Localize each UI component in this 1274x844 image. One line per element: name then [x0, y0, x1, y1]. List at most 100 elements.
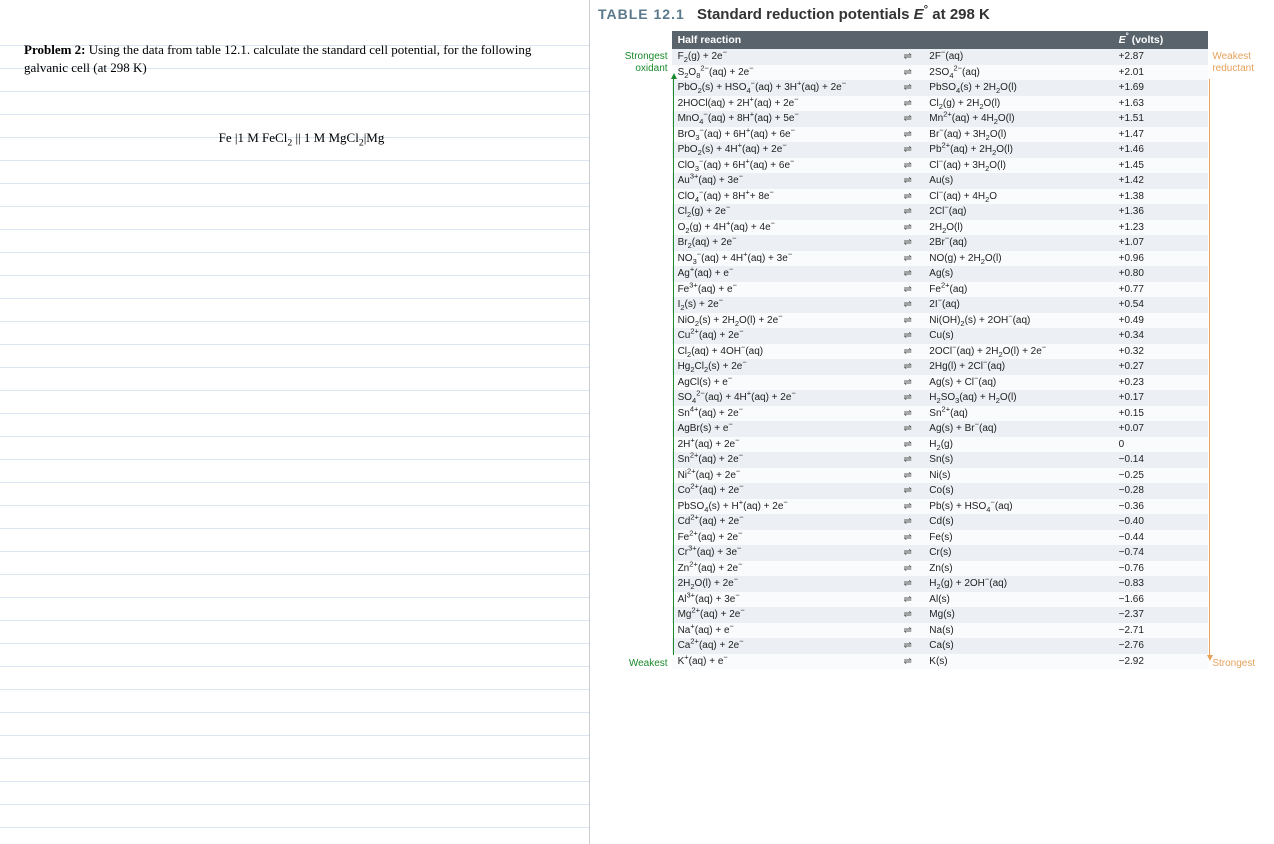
equilibrium-arrow-icon: ⇌	[892, 638, 923, 654]
half-reaction-right: Cl−(aq) + 3H2O(l)	[923, 158, 1112, 174]
half-reaction-right: 2H2O(l)	[923, 220, 1112, 236]
half-reaction-right: 2Cl−(aq)	[923, 204, 1112, 220]
problem-body: Using the data from table 12.1. calculat…	[24, 42, 531, 75]
table-panel: TABLE 12.1 Standard reduction potentials…	[590, 0, 1274, 844]
half-reaction-right: NO(g) + 2H2O(l)	[923, 251, 1112, 267]
table-row: AgCl(s) + e−⇌Ag(s) + Cl−(aq)+0.23	[672, 375, 1209, 391]
potential-value: +0.54	[1113, 297, 1209, 313]
half-reaction-left: 2HOCl(aq) + 2H+(aq) + 2e−	[672, 96, 893, 112]
table-row: Hg2Cl2(s) + 2e−⇌2Hg(l) + 2Cl−(aq)+0.27	[672, 359, 1209, 375]
equilibrium-arrow-icon: ⇌	[892, 266, 923, 282]
potential-value: +0.32	[1113, 344, 1209, 360]
potential-value: +1.63	[1113, 96, 1209, 112]
half-reaction-right: Mg(s)	[923, 607, 1112, 623]
half-reaction-left: Ca2+(aq) + 2e−	[672, 638, 893, 654]
equilibrium-arrow-icon: ⇌	[892, 96, 923, 112]
equilibrium-arrow-icon: ⇌	[892, 514, 923, 530]
table-row: Co2+(aq) + 2e−⇌Co(s)−0.28	[672, 483, 1209, 499]
potential-value: −0.25	[1113, 468, 1209, 484]
equilibrium-arrow-icon: ⇌	[892, 359, 923, 375]
potential-value: −0.28	[1113, 483, 1209, 499]
half-reaction-left: Au3+(aq) + 3e−	[672, 173, 893, 189]
half-reaction-right: Cl−(aq) + 4H2O	[923, 189, 1112, 205]
table-row: Fe3+(aq) + e−⇌Fe2+(aq)+0.77	[672, 282, 1209, 298]
half-reaction-left: Fe3+(aq) + e−	[672, 282, 893, 298]
equilibrium-arrow-icon: ⇌	[892, 452, 923, 468]
table-row: ClO4−(aq) + 8H++ 8e−⇌Cl−(aq) + 4H2O+1.38	[672, 189, 1209, 205]
page: Problem 2: Using the data from table 12.…	[0, 0, 1274, 844]
equilibrium-arrow-icon: ⇌	[892, 158, 923, 174]
half-reaction-left: O2(g) + 4H+(aq) + 4e−	[672, 220, 893, 236]
half-reaction-left: Hg2Cl2(s) + 2e−	[672, 359, 893, 375]
half-reaction-right: 2SO42−(aq)	[923, 65, 1112, 81]
table-row: AgBr(s) + e−⇌Ag(s) + Br−(aq)+0.07	[672, 421, 1209, 437]
reductant-guide: Weakest reductant Strongest	[1208, 31, 1266, 669]
problem-label: Problem 2:	[24, 42, 86, 57]
table-caption: Standard reduction potentials E° at 298 …	[697, 6, 990, 23]
equilibrium-arrow-icon: ⇌	[892, 49, 923, 65]
half-reaction-right: Cl2(g) + 2H2O(l)	[923, 96, 1112, 112]
half-reaction-right: Cu(s)	[923, 328, 1112, 344]
half-reaction-right: 2I−(aq)	[923, 297, 1112, 313]
potential-value: −0.83	[1113, 576, 1209, 592]
table-row: Cr3+(aq) + 3e−⇌Cr(s)−0.74	[672, 545, 1209, 561]
equilibrium-arrow-icon: ⇌	[892, 390, 923, 406]
header-e-volts: E° (volts)	[1113, 31, 1209, 49]
equilibrium-arrow-icon: ⇌	[892, 220, 923, 236]
half-reaction-left: K+(aq) + e−	[672, 654, 893, 670]
potential-value: −2.92	[1113, 654, 1209, 670]
table-row: PbO2(s) + HSO4−(aq) + 3H+(aq) + 2e−⇌PbSO…	[672, 80, 1209, 96]
table-row: Ca2+(aq) + 2e−⇌Ca(s)−2.76	[672, 638, 1209, 654]
table-row: Ni2+(aq) + 2e−⇌Ni(s)−0.25	[672, 468, 1209, 484]
table-row: 2H2O(l) + 2e−⇌H2(g) + 2OH−(aq)−0.83	[672, 576, 1209, 592]
half-reaction-right: H2SO3(aq) + H2O(l)	[923, 390, 1112, 406]
table-row: 2H+(aq) + 2e−⇌H2(g)0	[672, 437, 1209, 453]
half-reaction-right: K(s)	[923, 654, 1112, 670]
weakest-reductant-label: Weakest reductant	[1212, 51, 1266, 75]
potential-value: +1.45	[1113, 158, 1209, 174]
problem-text: Problem 2: Using the data from table 12.…	[24, 41, 564, 76]
half-reaction-left: Ag+(aq) + e−	[672, 266, 893, 282]
half-reaction-left: Sn4+(aq) + 2e−	[672, 406, 893, 422]
potential-value: +2.87	[1113, 49, 1209, 65]
half-reaction-right: Ni(OH)2(s) + 2OH−(aq)	[923, 313, 1112, 329]
half-reaction-right: Na(s)	[923, 623, 1112, 639]
table-row: I2(s) + 2e−⇌2I−(aq)+0.54	[672, 297, 1209, 313]
potential-value: +2.01	[1113, 65, 1209, 81]
half-reaction-right: Cd(s)	[923, 514, 1112, 530]
half-reaction-left: Na+(aq) + e−	[672, 623, 893, 639]
potential-value: +0.96	[1113, 251, 1209, 267]
half-reaction-left: Cl2(g) + 2e−	[672, 204, 893, 220]
table-row: O2(g) + 4H+(aq) + 4e−⇌2H2O(l)+1.23	[672, 220, 1209, 236]
equilibrium-arrow-icon: ⇌	[892, 468, 923, 484]
table-row: F2(g) + 2e−⇌2F−(aq)+2.87	[672, 49, 1209, 65]
half-reaction-left: ClO4−(aq) + 8H++ 8e−	[672, 189, 893, 205]
table-row: Cd2+(aq) + 2e−⇌Cd(s)−0.40	[672, 514, 1209, 530]
equilibrium-arrow-icon: ⇌	[892, 173, 923, 189]
half-reaction-left: F2(g) + 2e−	[672, 49, 893, 65]
table-row: PbO2(s) + 4H+(aq) + 2e−⇌Pb2+(aq) + 2H2O(…	[672, 142, 1209, 158]
half-reaction-right: Mn2+(aq) + 4H2O(l)	[923, 111, 1112, 127]
potential-value: −0.14	[1113, 452, 1209, 468]
paper-top-margin	[0, 0, 589, 32]
half-reaction-left: MnO4−(aq) + 8H+(aq) + 5e−	[672, 111, 893, 127]
table-row: Na+(aq) + e−⇌Na(s)−2.71	[672, 623, 1209, 639]
potential-value: +0.27	[1113, 359, 1209, 375]
equilibrium-arrow-icon: ⇌	[892, 375, 923, 391]
equilibrium-arrow-icon: ⇌	[892, 127, 923, 143]
half-reaction-left: PbO2(s) + HSO4−(aq) + 3H+(aq) + 2e−	[672, 80, 893, 96]
half-reaction-left: Cl2(aq) + 4OH−(aq)	[672, 344, 893, 360]
half-reaction-left: SO42−(aq) + 4H+(aq) + 2e−	[672, 390, 893, 406]
equilibrium-arrow-icon: ⇌	[892, 623, 923, 639]
potential-value: +0.17	[1113, 390, 1209, 406]
table-row: SO42−(aq) + 4H+(aq) + 2e−⇌H2SO3(aq) + H2…	[672, 390, 1209, 406]
half-reaction-right: H2(g)	[923, 437, 1112, 453]
potential-value: +1.46	[1113, 142, 1209, 158]
equilibrium-arrow-icon: ⇌	[892, 142, 923, 158]
potential-value: +0.49	[1113, 313, 1209, 329]
half-reaction-right: 2F−(aq)	[923, 49, 1112, 65]
half-reaction-left: 2H2O(l) + 2e−	[672, 576, 893, 592]
equilibrium-arrow-icon: ⇌	[892, 576, 923, 592]
potential-value: +0.07	[1113, 421, 1209, 437]
potential-value: −1.66	[1113, 592, 1209, 608]
